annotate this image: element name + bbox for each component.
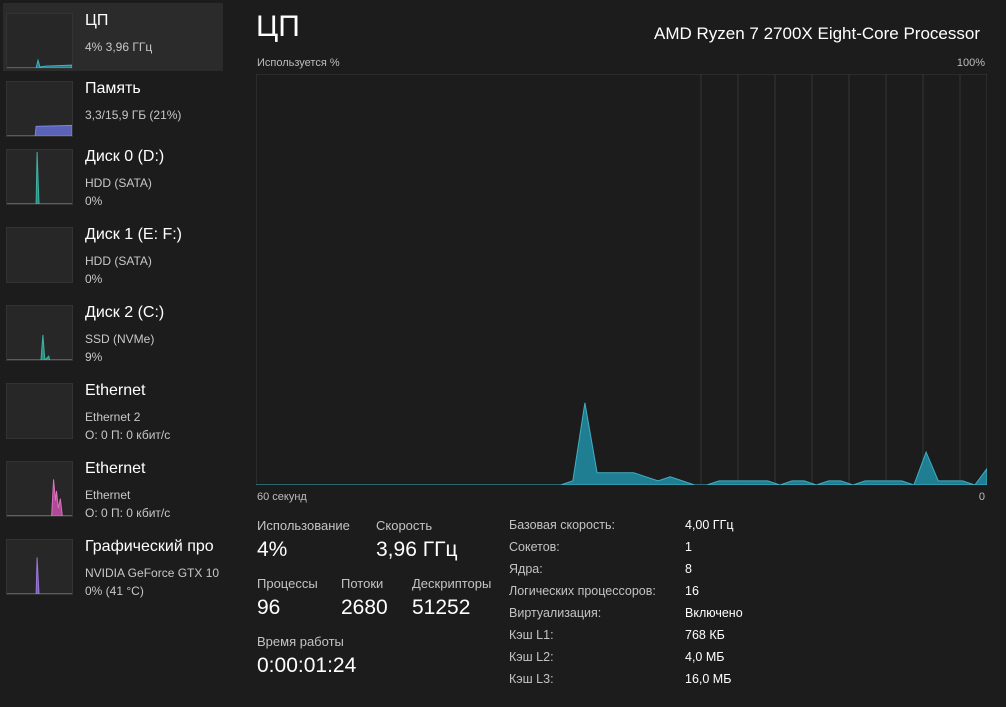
threads-label: Потоки (341, 576, 384, 591)
disk-0-thumbnail-graph (6, 149, 73, 205)
cpu-model-name: AMD Ryzen 7 2700X Eight-Core Processor (654, 24, 980, 43)
gpu-thumbnail-graph (6, 539, 73, 595)
cpu-usage-graph (256, 74, 987, 485)
sidebar-item-title: ЦП (85, 12, 109, 29)
sidebar-item-title: Диск 2 (C:) (85, 304, 165, 321)
sidebar-item-detail: 0% (85, 272, 103, 286)
sidebar-item-subtitle: NVIDIA GeForce GTX 10 (85, 566, 220, 580)
sidebar-item-detail: 0% (41 °C) (85, 584, 144, 598)
graph-x-left-label: 60 секунд (257, 491, 307, 503)
memory-thumbnail-graph (6, 81, 73, 137)
ethernet-thumbnail-graph (6, 461, 73, 517)
sidebar-item-subtitle: Ethernet (85, 488, 131, 502)
processes-value: 96 (257, 596, 281, 619)
spec-value: 768 КБ (685, 628, 725, 642)
sidebar-item-subtitle: 4% 3,96 ГГц (85, 40, 153, 54)
handles-value: 51252 (412, 596, 471, 619)
sidebar-item-cpu[interactable]: ЦП 4% 3,96 ГГц (3, 3, 223, 71)
sidebar-item-subtitle: HDD (SATA) (85, 176, 152, 190)
processes-label: Процессы (257, 576, 318, 591)
sidebar-item-detail: О: 0 П: 0 кбит/с (85, 506, 171, 520)
sidebar-item-gpu[interactable]: Графический про NVIDIA GeForce GTX 10 0%… (3, 529, 223, 598)
graph-y-max-label: 100% (956, 57, 985, 69)
sidebar-item-subtitle: Ethernet 2 (85, 410, 141, 424)
spec-value: 4,0 МБ (685, 650, 725, 664)
handles-label: Дескрипторы (412, 576, 492, 591)
sidebar-item-title: Диск 0 (D:) (85, 148, 165, 165)
sidebar-item-ethernet-2[interactable]: Ethernet Ethernet 2 О: 0 П: 0 кбит/с (3, 373, 223, 442)
spec-value: 8 (685, 562, 692, 576)
spec-value: Включено (685, 606, 743, 620)
graph-x-right-label: 0 (978, 491, 985, 503)
cpu-thumbnail-graph (6, 13, 73, 69)
sidebar-item-detail: 0% (85, 194, 103, 208)
sidebar-item-title: Графический про (85, 538, 214, 555)
sidebar-item-subtitle: HDD (SATA) (85, 254, 152, 268)
sidebar-item-memory[interactable]: Память 3,3/15,9 ГБ (21%) (3, 71, 223, 139)
usage-label: Использование (257, 518, 350, 533)
graph-y-axis-label: Используется % (257, 57, 340, 69)
usage-value: 4% (257, 538, 288, 561)
spec-value: 16 (685, 584, 699, 598)
spec-value: 16,0 МБ (685, 672, 732, 686)
spec-value: 4,00 ГГц (685, 518, 734, 532)
spec-label: Кэш L1: (509, 628, 554, 642)
spec-label: Кэш L3: (509, 672, 554, 686)
sidebar-item-ethernet[interactable]: Ethernet Ethernet О: 0 П: 0 кбит/с (3, 451, 223, 520)
sidebar: ЦП 4% 3,96 ГГц Память 3,3/15,9 ГБ (21%) … (0, 0, 236, 707)
sidebar-item-disk-2[interactable]: Диск 2 (C:) SSD (NVMe) 9% (3, 295, 223, 364)
spec-label: Базовая скорость: (509, 518, 615, 532)
spec-label: Сокетов: (509, 540, 560, 554)
sidebar-item-disk-0[interactable]: Диск 0 (D:) HDD (SATA) 0% (3, 139, 223, 208)
sidebar-item-subtitle: SSD (NVMe) (85, 332, 155, 346)
disk-2-thumbnail-graph (6, 305, 73, 361)
sidebar-item-title: Память (85, 80, 141, 97)
speed-label: Скорость (376, 518, 433, 533)
disk-1-thumbnail-graph (6, 227, 73, 283)
sidebar-item-title: Ethernet (85, 460, 146, 477)
spec-label: Ядра: (509, 562, 543, 576)
spec-label: Логических процессоров: (509, 584, 656, 598)
ethernet-2-thumbnail-graph (6, 383, 73, 439)
speed-value: 3,96 ГГц (376, 538, 458, 561)
page-title: ЦП (256, 10, 300, 43)
sidebar-item-disk-1[interactable]: Диск 1 (E: F:) HDD (SATA) 0% (3, 217, 223, 286)
sidebar-item-title: Диск 1 (E: F:) (85, 226, 182, 243)
threads-value: 2680 (341, 596, 388, 619)
sidebar-item-detail: О: 0 П: 0 кбит/с (85, 428, 171, 442)
spec-label: Виртуализация: (509, 606, 602, 620)
sidebar-item-detail: 9% (85, 350, 103, 364)
sidebar-item-subtitle: 3,3/15,9 ГБ (21%) (85, 108, 182, 122)
spec-value: 1 (685, 540, 692, 554)
sidebar-item-title: Ethernet (85, 382, 146, 399)
spec-label: Кэш L2: (509, 650, 554, 664)
uptime-value: 0:00:01:24 (257, 654, 357, 677)
uptime-label: Время работы (257, 634, 344, 649)
